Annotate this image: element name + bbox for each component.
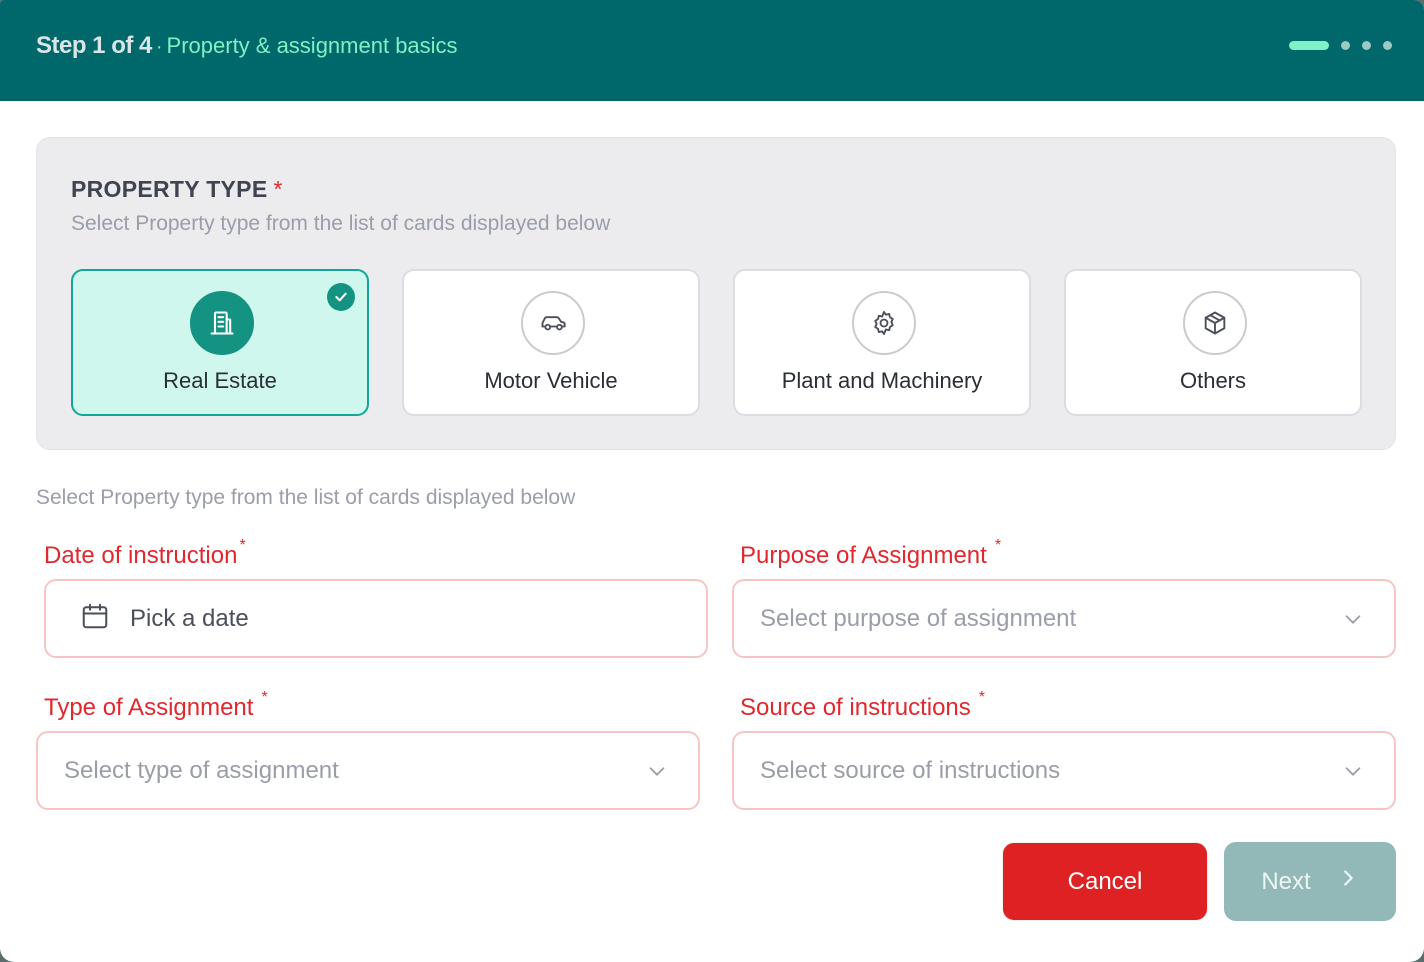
property-card-real-estate[interactable]: Real Estate [71,269,369,416]
required-mark: * [978,689,986,706]
progress-step-1-active [1289,41,1329,50]
required-mark: * [261,689,268,706]
chevron-right-icon [1311,867,1359,896]
next-button[interactable]: Next [1224,842,1396,921]
package-icon [1183,291,1247,355]
wizard-header: Step 1 of 4 · Property & assignment basics [0,0,1424,101]
property-type-cards: Real Estate Motor Vehicle Plant and Mach… [71,269,1362,416]
purpose-label-text: Purpose of Assignment [740,542,987,569]
progress-step-3 [1362,41,1371,50]
card-label: Others [1179,368,1247,393]
card-label: Plant and Machinery [781,368,983,393]
date-label-text: Date of instruction [44,542,238,569]
source-select-placeholder: Select source of instructions [760,756,1061,784]
card-label: Motor Vehicle [484,368,618,393]
required-mark: * [273,176,283,202]
required-mark: * [239,537,246,554]
form-description: Select Property type from the list of ca… [36,486,576,509]
card-label: Real Estate [163,368,277,393]
gear-icon [852,291,916,355]
purpose-of-assignment-select[interactable]: Select purpose of assignment [732,579,1396,658]
type-select-placeholder: Select type of assignment [64,756,339,784]
source-label-text: Source of instructions [740,694,971,721]
title-separator: · [155,36,163,58]
purpose-select-placeholder: Select purpose of assignment [760,604,1077,632]
date-of-instruction-label: Date of instruction * [44,537,246,570]
selected-check-icon [327,283,355,311]
chevron-down-icon [1342,608,1364,635]
calendar-icon [80,601,110,636]
property-type-description: Select Property type from the list of ca… [71,212,611,235]
next-button-label: Next [1261,867,1311,895]
property-card-motor-vehicle[interactable]: Motor Vehicle [402,269,700,416]
property-type-panel: PROPERTY TYPE * Select Property type from… [36,137,1396,450]
building-icon [190,291,254,355]
required-mark: * [994,537,1002,554]
property-card-others[interactable]: Others [1064,269,1362,416]
source-of-instructions-label: Source of instructions * [740,689,985,722]
type-label-text: Type of Assignment [44,694,254,721]
property-card-plant-and-machinery[interactable]: Plant and Machinery [733,269,1031,416]
cancel-button[interactable]: Cancel [1002,842,1208,921]
chevron-down-icon [646,760,668,787]
property-type-title-text: PROPERTY TYPE [71,176,268,202]
source-of-instructions-select[interactable]: Select source of instructions [732,731,1396,810]
type-of-assignment-select[interactable]: Select type of assignment [36,731,700,810]
step-subtitle: Property & assignment basics [166,33,458,58]
date-picker-placeholder: Pick a date [130,604,249,632]
progress-step-2 [1341,41,1350,50]
progress-step-4 [1383,41,1392,50]
purpose-of-assignment-label: Purpose of Assignment * [740,537,1001,570]
date-picker-field[interactable]: Pick a date [44,579,708,658]
type-of-assignment-label: Type of Assignment * [44,689,268,722]
step-progress-indicator [1289,41,1392,50]
car-icon [521,291,585,355]
property-type-title: PROPERTY TYPE * [71,176,283,203]
cancel-button-label: Cancel [1067,867,1143,895]
wizard-modal: Step 1 of 4 · Property & assignment basics… [0,0,1424,962]
wizard-title: Step 1 of 4 · Property & assignment basics [36,32,458,61]
step-counter: Step 1 of 4 [36,32,152,59]
chevron-down-icon [1342,760,1364,787]
